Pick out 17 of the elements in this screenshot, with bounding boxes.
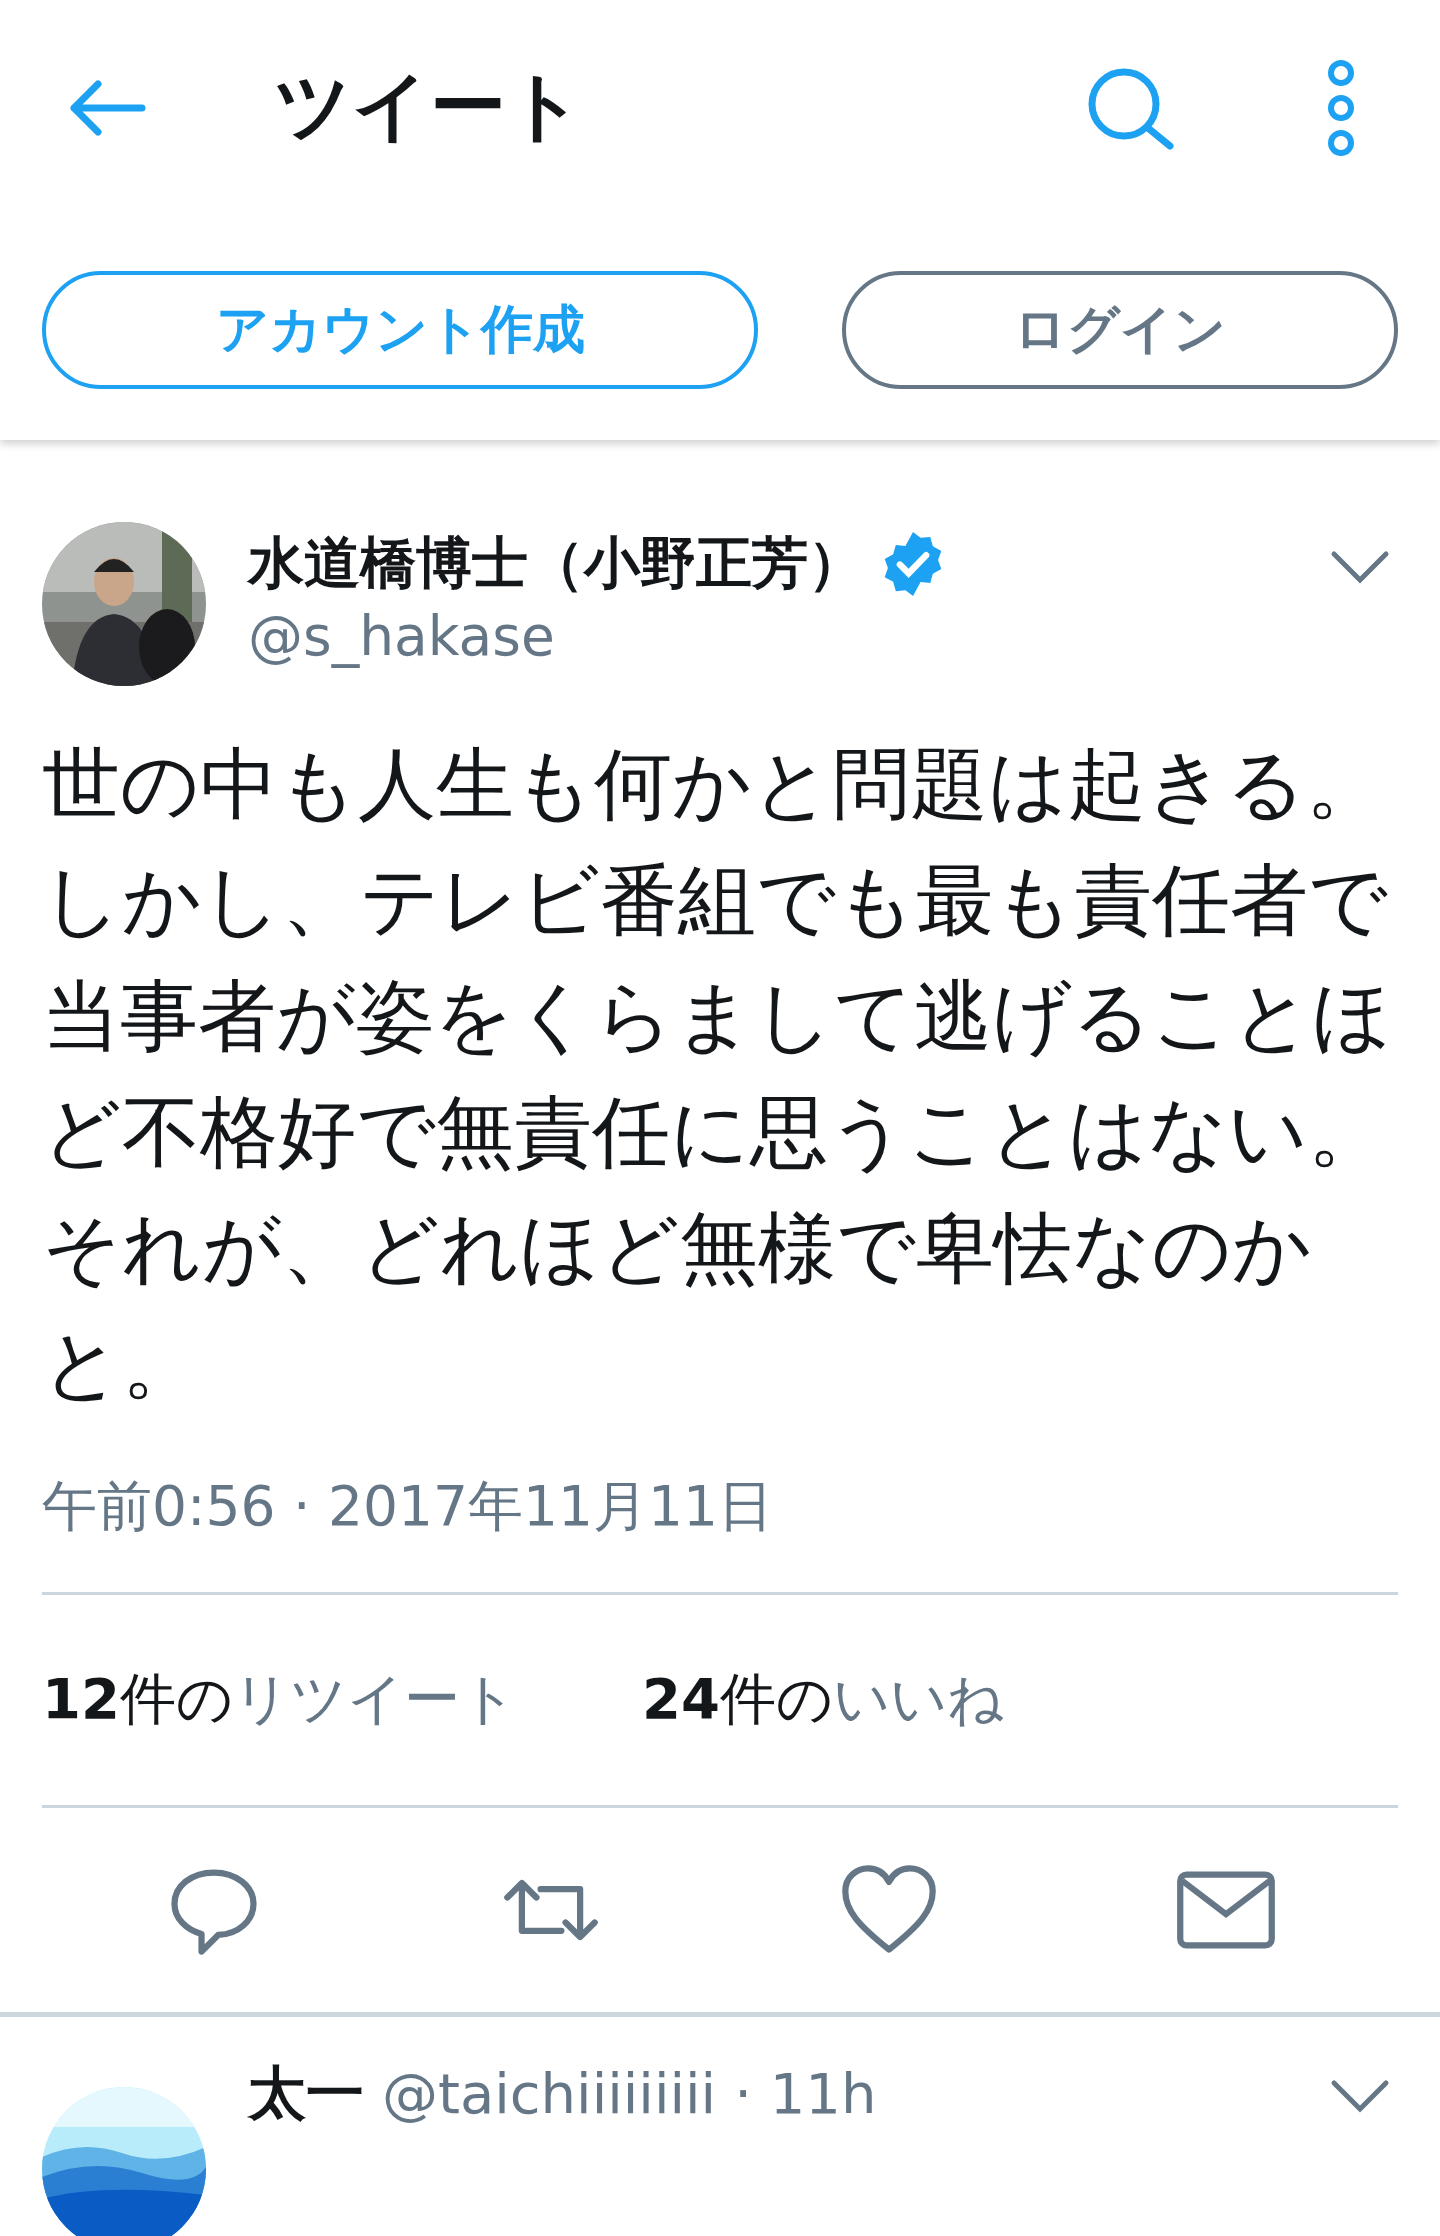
chevron-down-icon[interactable] — [1330, 550, 1390, 584]
reply-time: · 11h — [734, 2061, 877, 2126]
retweets-link[interactable]: リツイート — [232, 1666, 517, 1731]
reply-author-handle: @taichiiiiiiiii — [382, 2061, 717, 2126]
likes-link[interactable]: いいね — [832, 1666, 1004, 1731]
author-handle: @s_hakase — [248, 604, 556, 668]
reply-author-name: 太一 — [248, 2058, 364, 2129]
page-title: ツイート — [274, 60, 584, 152]
log-in-button[interactable]: ログイン — [842, 271, 1398, 389]
more-options-icon[interactable] — [1326, 59, 1356, 156]
chevron-down-icon[interactable] — [1330, 2079, 1390, 2113]
author-name: 水道橋博士（小野正芳） — [248, 529, 864, 597]
sign-up-button[interactable]: アカウント作成 — [42, 271, 758, 389]
like-count: 24件の — [641, 1666, 833, 1731]
retweet-count: 12件の — [42, 1666, 233, 1731]
tweet-timestamp: 午前0:56 · 2017年11月11日 — [42, 1473, 774, 1540]
tweet-text: 世の中も人生も何かと問題は起きる。しかし、テレビ番組でも最も責任者で当事者が姿をくらまして逃げることほど不格好で無責任に思うことはない。それが、どれほど無様で卑怯なのかと。 — [42, 738, 1393, 1411]
